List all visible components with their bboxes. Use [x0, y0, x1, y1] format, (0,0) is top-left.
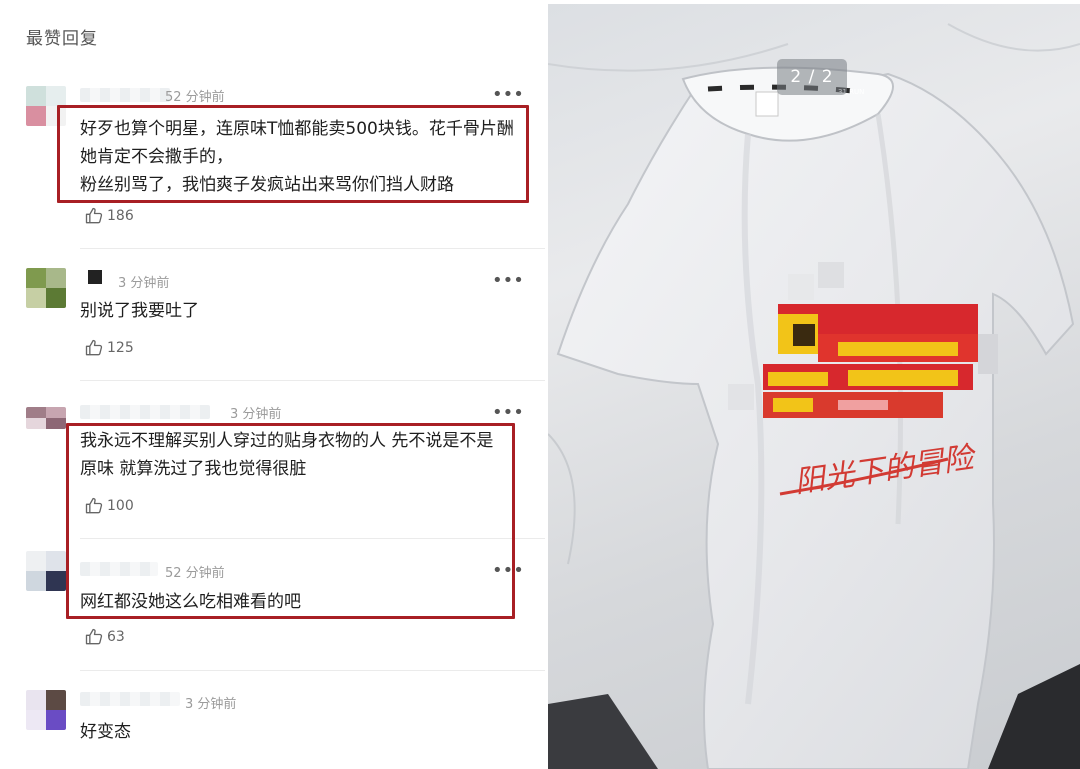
- like-count: 186: [107, 208, 134, 224]
- floor-shadow: [988, 664, 1080, 769]
- like-count: 63: [107, 629, 125, 645]
- avatar-tile: [26, 551, 46, 571]
- highlight-box: [57, 105, 529, 203]
- divider: [80, 380, 545, 381]
- avatar[interactable]: [26, 551, 66, 591]
- username-redacted[interactable]: [80, 88, 170, 102]
- like-count: 125: [107, 340, 134, 356]
- thumbs-up-icon: [85, 628, 103, 645]
- avatar-tile: [26, 288, 46, 308]
- comment-time: 3 分钟前: [185, 697, 237, 712]
- image-counter: 2 / 2: [777, 59, 847, 95]
- avatar[interactable]: [26, 268, 66, 308]
- floor-shadow: [548, 694, 658, 769]
- thumbs-up-icon: [85, 339, 103, 356]
- post-photo[interactable]: 31 RUN 阳光下的冒险 2 / 2: [548, 4, 1080, 769]
- comment-time: 3 分钟前: [118, 276, 170, 291]
- avatar-tile: [26, 86, 46, 106]
- more-icon[interactable]: •••: [492, 272, 524, 290]
- avatar-tile: [46, 571, 66, 591]
- comment-time: 3 分钟前: [230, 407, 282, 422]
- avatar-tile: [46, 288, 66, 308]
- more-icon[interactable]: •••: [492, 86, 524, 104]
- comment-text: 别说了我要吐了: [80, 301, 199, 321]
- like-button[interactable]: 63: [84, 627, 125, 647]
- more-icon[interactable]: •••: [492, 404, 524, 422]
- avatar-tile: [26, 571, 46, 591]
- avatar-tile: [26, 268, 46, 288]
- avatar-tile: [26, 407, 46, 418]
- avatar-tile: [46, 407, 66, 418]
- like-button[interactable]: 186: [84, 206, 134, 226]
- avatar[interactable]: [26, 690, 66, 730]
- avatar-tile: [26, 106, 46, 126]
- tshirt-shape: [556, 69, 1075, 769]
- comment-time: 52 分钟前: [165, 90, 225, 105]
- like-button[interactable]: 125: [84, 338, 134, 358]
- avatar-tile: [26, 418, 46, 429]
- divider: [80, 670, 545, 671]
- divider: [80, 248, 545, 249]
- username-redacted[interactable]: [88, 270, 102, 284]
- collar-tag: [755, 91, 779, 117]
- avatar[interactable]: [26, 407, 66, 429]
- avatar-tile: [46, 690, 66, 710]
- avatar-tile: [26, 690, 46, 710]
- thumbs-up-icon: [85, 207, 103, 224]
- avatar-tile: [46, 418, 66, 429]
- comment-text: 好变态: [80, 722, 131, 742]
- comments-panel: 最赞回复 52 分钟前 ••• 好歹也算个明星，连原味T恤都能卖500块钱。花千…: [0, 0, 545, 769]
- avatar-tile: [46, 710, 66, 730]
- highlight-box: [66, 423, 515, 619]
- tshirt-photo-graphic: 31 RUN 阳光下的冒险: [548, 23, 1080, 769]
- avatar-tile: [46, 268, 66, 288]
- avatar-tile: [26, 710, 46, 730]
- username-redacted[interactable]: [80, 405, 210, 419]
- avatar-tile: [46, 86, 66, 106]
- username-redacted[interactable]: [80, 692, 180, 706]
- section-title: 最赞回复: [26, 29, 98, 49]
- avatar-tile: [46, 551, 66, 571]
